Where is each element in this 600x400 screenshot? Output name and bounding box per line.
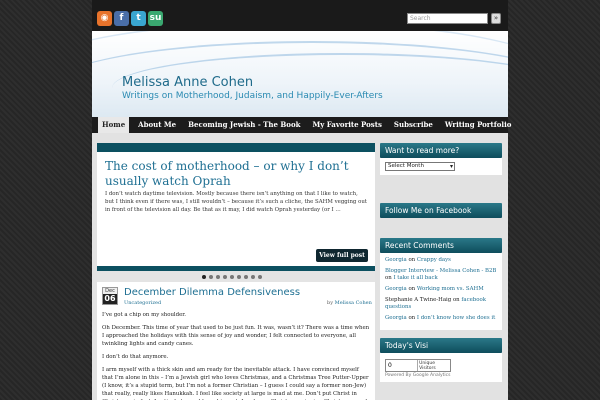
facebook-widget: Follow Me on Facebook [380,203,502,218]
archive-widget-title: Want to read more? [380,143,502,158]
social-icons: ◉ f t su [97,11,163,26]
comment-author-link[interactable]: Georgia [385,315,407,321]
slider-dot[interactable] [216,275,220,279]
view-full-post-button[interactable]: View full post [316,249,368,262]
comment-post-link[interactable]: Working mom vs. SAHM [417,286,484,292]
slider-dot[interactable] [230,275,234,279]
comment-on-text: on [408,315,416,321]
featured-post-title[interactable]: The cost of motherhood – or why I don’t … [105,159,367,189]
post-body: I’ve got a chip on my shoulder. Oh Decem… [102,311,370,400]
comment-author-link[interactable]: Georgia [385,257,407,263]
nav-item-about-me[interactable]: About Me [132,117,182,133]
byline-prefix: by [327,300,334,306]
nav-item-home[interactable]: Home [98,117,130,133]
comment-author-link[interactable]: Blogger Interview - Melissa Cohen - B2B [385,268,496,274]
slider-dot[interactable] [202,275,206,279]
list-item: Georgia on Crappy days [385,257,497,264]
comment-author: Stephanie A Twine-Haig [385,297,452,303]
comment-on-text: on [452,297,460,303]
post-paragraph: I arm myself with a thick skin and am re… [102,367,370,400]
slider-dot[interactable] [209,275,213,279]
comment-post-link[interactable]: I take it all back [393,275,437,281]
visitor-count-label: Unique Visitors [419,361,436,371]
rss-icon[interactable]: ◉ [97,11,112,26]
post-paragraph: I don’t do that anymore. [102,354,169,360]
recent-comments-title: Recent Comments [380,238,502,253]
stumbleupon-icon[interactable]: su [148,11,163,26]
site-tagline: Writings on Motherhood, Judaism, and Hap… [122,91,383,101]
slider-pagination [97,266,375,282]
slider-dot[interactable] [237,275,241,279]
featured-post-excerpt: I don’t watch daytime television. Mostly… [105,191,367,213]
post-date-day: 06 [103,294,117,304]
archive-widget: Want to read more? Select Month [380,143,502,175]
main-nav: Home About Me Becoming Jewish - The Book… [92,117,511,133]
post-title[interactable]: December Dilemma Defensiveness [124,287,300,298]
comment-on-text: on [385,275,392,281]
nav-item-favorite-posts[interactable]: My Favorite Posts [306,117,387,133]
slider-dot[interactable] [251,275,255,279]
nav-item-writing-portfolio[interactable]: Writing Portfolio [439,117,518,133]
visits-widget: Today's Visi 0 Unique Visitors Powered B… [380,338,502,382]
site-header: Melissa Anne Cohen Writings on Motherhoo… [92,31,508,117]
search-input[interactable]: Search [407,13,488,24]
list-item: Blogger Interview - Melissa Cohen - B2B … [385,268,497,282]
slider-dot[interactable] [258,275,262,279]
slider-dots [202,275,262,279]
recent-comments-list: Georgia on Crappy days Blogger Interview… [385,257,497,322]
facebook-icon[interactable]: f [114,11,129,26]
post-paragraph: Oh December. This time of year that used… [102,325,370,347]
list-item: Georgia on I don’t know how she does it [385,315,497,322]
visitor-counter: 0 Unique Visitors [385,359,451,372]
search-button[interactable]: » [491,13,501,24]
list-item: Georgia on Working mom vs. SAHM [385,286,497,293]
header-swoosh [92,31,508,117]
featured-top-bar [97,143,375,152]
comment-author-link[interactable]: Georgia [385,286,407,292]
top-bar: ◉ f t su Search » [92,0,508,31]
main-column: The cost of motherhood – or why I don’t … [97,143,375,400]
post-byline: by Melissa Cohen [327,300,372,306]
content-area: The cost of motherhood – or why I don’t … [92,133,508,400]
comment-post-link[interactable]: I don’t know how she does it [417,315,495,321]
post-paragraph: I’ve got a chip on my shoulder. [102,312,186,318]
nav-item-subscribe[interactable]: Subscribe [388,117,439,133]
slider-dot[interactable] [223,275,227,279]
comment-on-text: on [408,286,416,292]
nav-item-becoming-jewish[interactable]: Becoming Jewish - The Book [182,117,306,133]
facebook-widget-title: Follow Me on Facebook [380,203,502,218]
page-wrapper: ◉ f t su Search » Melissa Anne Cohen Wri… [92,0,511,400]
post-date-badge: Dec 06 [102,287,118,305]
comment-post-link[interactable]: Crappy days [417,257,451,263]
slider-dot[interactable] [244,275,248,279]
list-item: Stephanie A Twine-Haig on facebook quest… [385,297,497,311]
visits-widget-title: Today's Visi [380,338,502,353]
post-author-link[interactable]: Melissa Cohen [335,300,372,306]
post-category[interactable]: Uncategorized [124,300,161,306]
visitor-count: 0 [386,360,419,371]
twitter-icon[interactable]: t [131,11,146,26]
comment-on-text: on [408,257,416,263]
site-title[interactable]: Melissa Anne Cohen [122,75,253,90]
google-analytics-credit: Powered By Google Analytics [385,373,451,378]
archive-month-select[interactable]: Select Month [385,162,455,171]
recent-comments-widget: Recent Comments Georgia on Crappy days B… [380,238,502,330]
